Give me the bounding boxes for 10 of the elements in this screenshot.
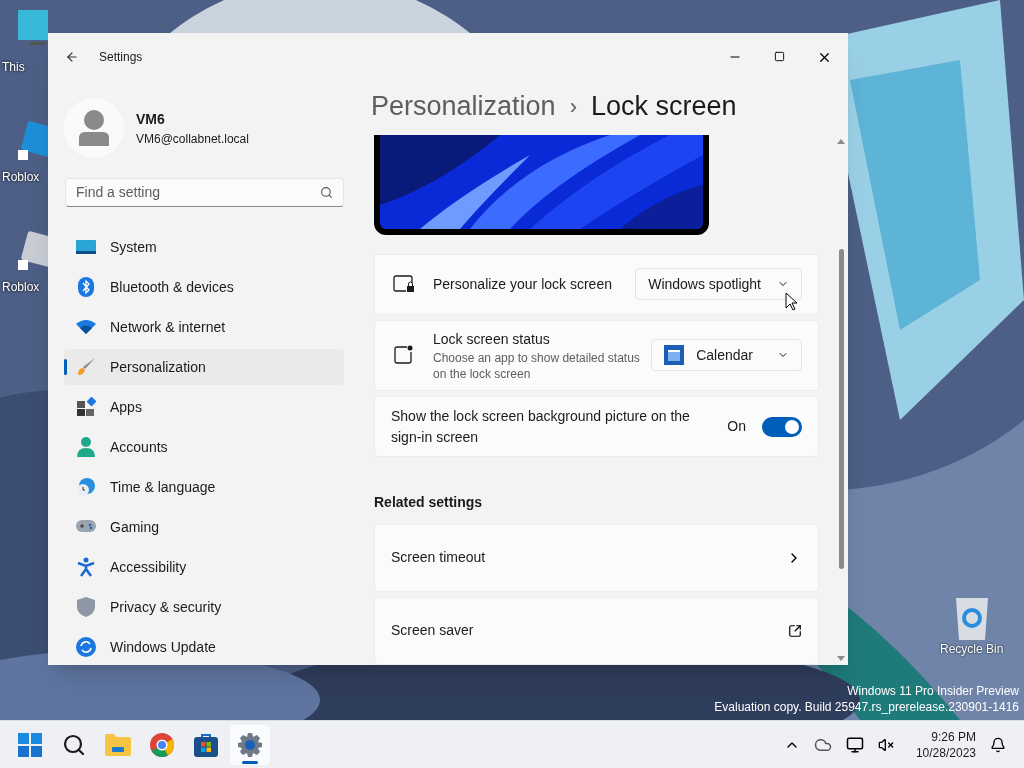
- volume-muted-icon[interactable]: [877, 736, 894, 753]
- gear-icon: [238, 732, 262, 757]
- clock[interactable]: 9:26 PM 10/28/2023: [915, 728, 976, 761]
- folder-icon: [105, 733, 131, 756]
- taskbar-button[interactable]: [230, 724, 270, 765]
- store-icon: [194, 732, 218, 757]
- windows-logo-icon: [18, 732, 42, 757]
- notification-bell-icon[interactable]: [990, 736, 1006, 753]
- browser-icon: [150, 732, 174, 757]
- search-icon: [62, 732, 86, 757]
